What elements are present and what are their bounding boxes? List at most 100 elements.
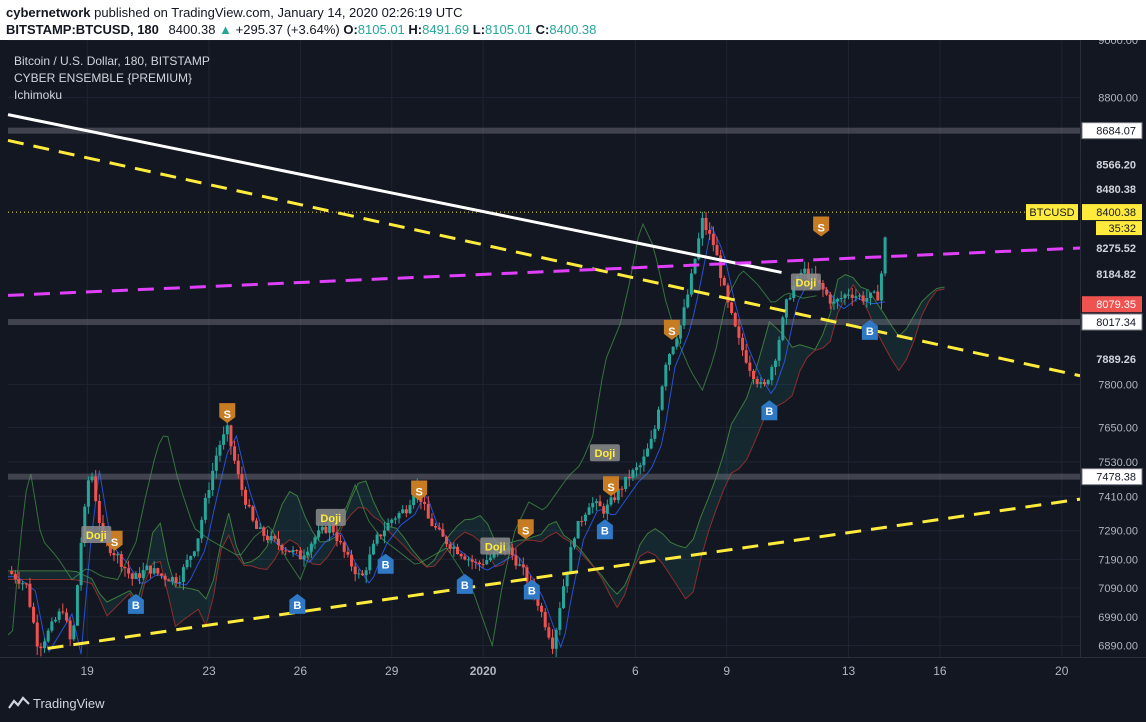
candle-body	[119, 554, 123, 568]
candle-body	[244, 489, 248, 505]
candle-body	[339, 541, 343, 543]
candle-body	[13, 573, 17, 580]
candle-body	[620, 488, 624, 490]
candle-body	[456, 546, 460, 555]
candle-body	[61, 611, 65, 613]
candle-body	[397, 513, 401, 519]
candle-body	[357, 573, 361, 575]
price-tick-label: 6890.00	[1098, 641, 1138, 653]
footer-brand[interactable]: TradingView	[33, 696, 105, 711]
candle-body	[39, 646, 43, 649]
candle-body	[386, 522, 390, 531]
price-tick-label: 7650.00	[1098, 422, 1138, 434]
candle-body	[755, 379, 759, 384]
candle-body	[390, 519, 394, 523]
price-badge-label: 8017.34	[1096, 317, 1136, 329]
candle-body	[572, 538, 576, 548]
candle-body	[540, 605, 544, 612]
candle-body	[594, 501, 598, 504]
candle-body	[229, 425, 233, 447]
candle-body	[269, 535, 273, 541]
username[interactable]: cybernetwork	[6, 5, 91, 20]
candle-body	[174, 577, 178, 583]
close-label: C:	[535, 22, 550, 37]
publish-info: cybernetwork published on TradingView.co…	[6, 5, 463, 20]
candle-body	[759, 382, 763, 384]
close-value: 8400.38	[549, 22, 597, 37]
candle-body	[35, 622, 39, 647]
doji-marker-label: Doji	[485, 542, 506, 554]
candle-body	[664, 364, 668, 387]
candle-body	[302, 555, 306, 560]
candle-body	[203, 497, 207, 520]
candle-body	[251, 506, 255, 521]
candle-body	[561, 586, 565, 609]
candle-body	[236, 460, 240, 475]
candle-body	[185, 559, 189, 568]
candle-body	[368, 554, 372, 571]
candle-body	[741, 337, 745, 351]
candle-body	[459, 554, 463, 557]
footer: TradingView	[0, 687, 1146, 722]
time-tick-label: 23	[202, 664, 216, 678]
candle-body	[730, 302, 734, 314]
candle-body	[653, 428, 657, 439]
price-tick-label: 7290.00	[1098, 526, 1138, 538]
candle-body	[75, 585, 79, 626]
candle-body	[445, 536, 449, 545]
price-tick-label: 7800.00	[1098, 379, 1138, 391]
candle-body	[602, 506, 606, 514]
candle-body	[335, 532, 339, 542]
sell-marker-label: S	[224, 409, 231, 421]
candle-body	[879, 273, 883, 301]
candle-body	[803, 268, 807, 273]
buy-marker-label: B	[528, 586, 536, 598]
time-axis[interactable]: 19 23 26 29 2020 6 9 13 16 20	[0, 657, 1146, 687]
candle-body	[832, 301, 836, 304]
candle-body	[591, 503, 595, 508]
candle-body	[722, 277, 726, 286]
candle-body	[423, 501, 427, 504]
price-badge-label: 8480.38	[1096, 184, 1136, 196]
doji-marker: Doji	[480, 537, 511, 555]
candle-body	[682, 307, 686, 326]
time-tick-label: 29	[385, 664, 399, 678]
candle-body	[587, 507, 591, 515]
up-arrow-icon: ▲	[219, 22, 233, 37]
candle-body	[580, 521, 584, 523]
candle-body	[116, 554, 120, 556]
time-tick-label: 19	[81, 664, 95, 678]
candle-body	[474, 561, 478, 563]
doji-marker-label: Doji	[796, 277, 817, 289]
candle-body	[543, 611, 547, 628]
candle-body	[291, 549, 295, 553]
candle-body	[700, 217, 704, 239]
candle-body	[770, 367, 774, 381]
price-badge-label: 8079.35	[1096, 299, 1136, 311]
doji-marker: Doji	[589, 444, 620, 462]
candle-body	[159, 573, 163, 576]
candle-body	[68, 620, 72, 640]
tradingview-logo-icon[interactable]	[8, 695, 30, 713]
price-chart[interactable]: S S S S S S S B B B B B B B B Doji Doji Doji Doji Doji 9000…	[0, 40, 1146, 687]
legend-indicator-ichimoku[interactable]: Ichimoku	[14, 87, 210, 104]
low-label: L:	[472, 22, 486, 37]
candle-body	[510, 547, 514, 556]
candle-body	[518, 564, 522, 566]
candle-body	[865, 298, 869, 302]
buy-marker-label: B	[461, 580, 469, 592]
price-tick-label: 6990.00	[1098, 612, 1138, 624]
candle-body	[152, 568, 156, 574]
candle-body	[50, 621, 54, 631]
time-tick-label: 20	[1055, 664, 1069, 678]
candle-body	[649, 438, 653, 449]
candle-body	[233, 446, 237, 461]
candle-body	[689, 273, 693, 295]
legend-title: Bitcoin / U.S. Dollar, 180, BITSTAMP	[14, 54, 210, 68]
doji-marker-label: Doji	[320, 513, 341, 525]
candle-body	[660, 386, 664, 410]
legend-indicator-cyber[interactable]: CYBER ENSEMBLE {PREMIUM}	[14, 70, 210, 87]
candle-body	[130, 573, 134, 579]
candle-body	[704, 217, 708, 231]
price-badge-label: 8684.07	[1096, 126, 1136, 138]
